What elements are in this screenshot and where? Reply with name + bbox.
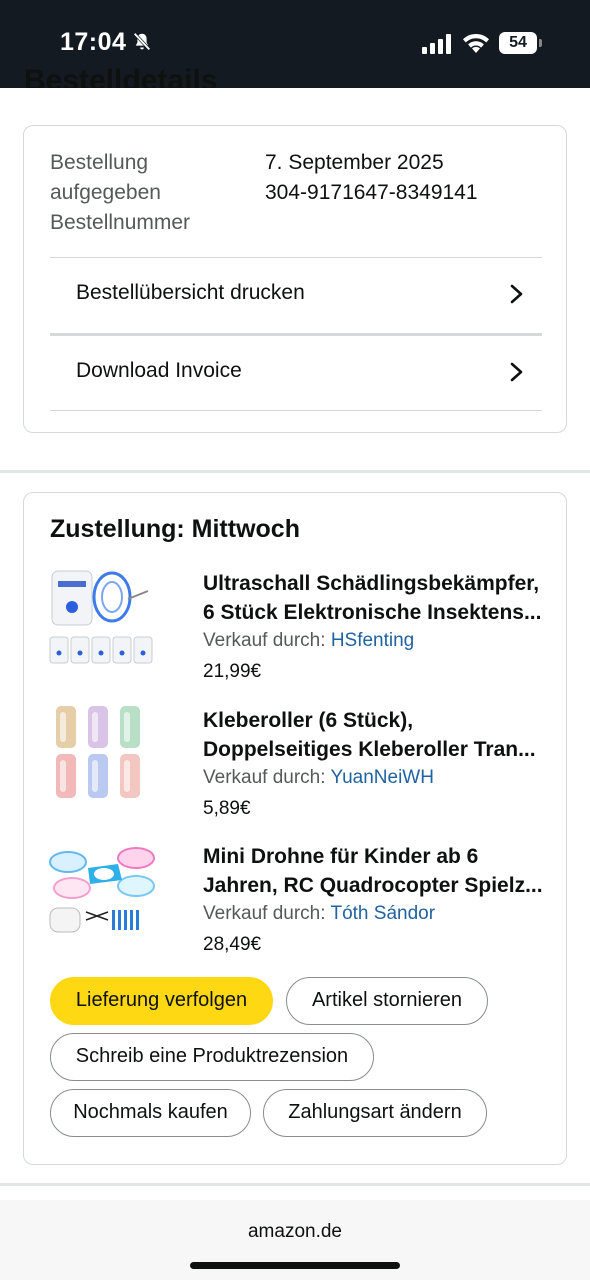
seller-link[interactable]: YuanNeiWH	[330, 767, 434, 788]
battery-level: 54	[499, 32, 537, 54]
item-price: 28,49€	[203, 934, 262, 955]
cellular-signal-icon	[422, 34, 451, 54]
cancel-items-button[interactable]: Artikel stornieren	[286, 977, 488, 1025]
item-title[interactable]: Mini Drohne für Kinder ab 6 Jahren, RC Q…	[203, 842, 563, 900]
download-invoice-link[interactable]: Download Invoice	[50, 333, 542, 409]
order-item[interactable]: Kleberoller (6 Stück), Doppelseitiges Kl…	[48, 704, 548, 824]
item-title[interactable]: Kleberoller (6 Stück), Doppelseitiges Kl…	[203, 706, 563, 764]
order-meta-labels: Bestellung aufgegeben Bestellnummer	[50, 148, 190, 238]
delivery-title: Zustellung: Mittwoch	[50, 515, 300, 543]
download-invoice-label: Download Invoice	[76, 359, 242, 382]
lint-roller-image[interactable]	[48, 704, 158, 804]
status-time: 17:04	[60, 28, 127, 56]
seller-link[interactable]: HSfenting	[331, 630, 414, 651]
order-date-label: Bestellung	[50, 151, 149, 174]
seller-prefix: Verkauf durch:	[203, 630, 326, 651]
home-indicator[interactable]	[190, 1262, 400, 1269]
order-item[interactable]: Ultraschall Schädlingsbekämpfer, 6 Stück…	[48, 567, 548, 687]
seller-prefix: Verkauf durch:	[203, 767, 326, 788]
page-title: Bestelldetails	[24, 64, 218, 88]
ultrasonic-pest-repeller-image[interactable]	[48, 567, 158, 667]
chevron-right-icon	[510, 284, 523, 304]
buy-again-button[interactable]: Nochmals kaufen	[50, 1089, 251, 1137]
divider	[50, 410, 542, 411]
battery-icon: 54	[499, 32, 543, 54]
section-divider	[0, 1183, 590, 1186]
item-price: 21,99€	[203, 661, 262, 682]
item-seller: Verkauf durch: YuanNeiWH	[203, 767, 434, 789]
url-text[interactable]: amazon.de	[0, 1221, 590, 1243]
print-order-summary-link[interactable]: Bestellübersicht drucken	[50, 257, 542, 333]
browser-address-bar[interactable]: amazon.de	[0, 1200, 590, 1280]
track-delivery-button[interactable]: Lieferung verfolgen	[50, 977, 273, 1025]
wifi-icon	[463, 34, 489, 53]
mini-drone-image[interactable]	[48, 840, 158, 940]
item-title[interactable]: Ultraschall Schädlingsbekämpfer, 6 Stück…	[203, 569, 563, 627]
chevron-right-icon	[510, 362, 523, 382]
item-seller: Verkauf durch: HSfenting	[203, 630, 414, 652]
order-info-card: Bestellung aufgegeben Bestellnummer 7. S…	[23, 125, 567, 433]
item-seller: Verkauf durch: Tóth Sándor	[203, 903, 435, 925]
item-price: 5,89€	[203, 798, 251, 819]
order-number-label: Bestellnummer	[50, 211, 191, 234]
order-item[interactable]: Mini Drohne für Kinder ab 6 Jahren, RC Q…	[48, 840, 548, 960]
seller-link[interactable]: Tóth Sándor	[330, 903, 435, 924]
order-date: 7. September 2025	[265, 151, 444, 174]
change-payment-button[interactable]: Zahlungsart ändern	[263, 1089, 487, 1137]
print-order-summary-label: Bestellübersicht drucken	[76, 281, 305, 304]
bell-slash-icon	[133, 32, 151, 51]
seller-prefix: Verkauf durch:	[203, 903, 326, 924]
write-review-button[interactable]: Schreib eine Produktrezension	[50, 1033, 374, 1081]
delivery-card: Zustellung: Mittwoch Ultraschall Schädli…	[23, 492, 567, 1165]
order-meta-values: 7. September 2025 304-9171647-8349141	[265, 148, 478, 208]
section-divider	[0, 470, 590, 473]
order-number: 304-9171647-8349141	[265, 181, 478, 204]
order-date-label-cont: aufgegeben	[50, 181, 161, 204]
